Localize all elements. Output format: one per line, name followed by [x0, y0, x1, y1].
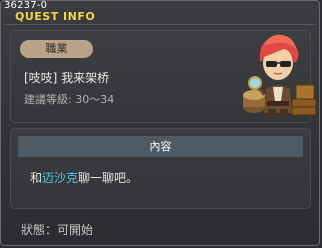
window-title: QUEST INFO [15, 10, 96, 23]
job-tag: 職業 [20, 40, 93, 58]
quest-content-panel: 內容 和迈沙克聊一聊吧。 [10, 128, 311, 209]
content-suffix: 聊一聊吧。 [78, 171, 139, 185]
quest-name: [吱吱] 我来架桥 [24, 71, 110, 85]
content-prefix: 和 [30, 171, 43, 185]
title-divider [4, 24, 316, 25]
content-header: 內容 [18, 136, 303, 157]
quest-status: 狀態：可開始 [21, 223, 94, 237]
recommended-level: 建議等級: 30～34 [24, 93, 115, 106]
quest-summary-panel: 職業 [吱吱] 我来架桥 建議等級: 30～34 [10, 30, 317, 123]
npc-name-link[interactable]: 迈沙克 [42, 171, 78, 185]
content-text: 和迈沙克聊一聊吧。 [30, 169, 138, 186]
npc-portrait-icon [243, 34, 317, 117]
quest-info-window: 36237-0 QUEST INFO 職業 [吱吱] 我来架桥 建議等級: 30… [0, 0, 320, 246]
